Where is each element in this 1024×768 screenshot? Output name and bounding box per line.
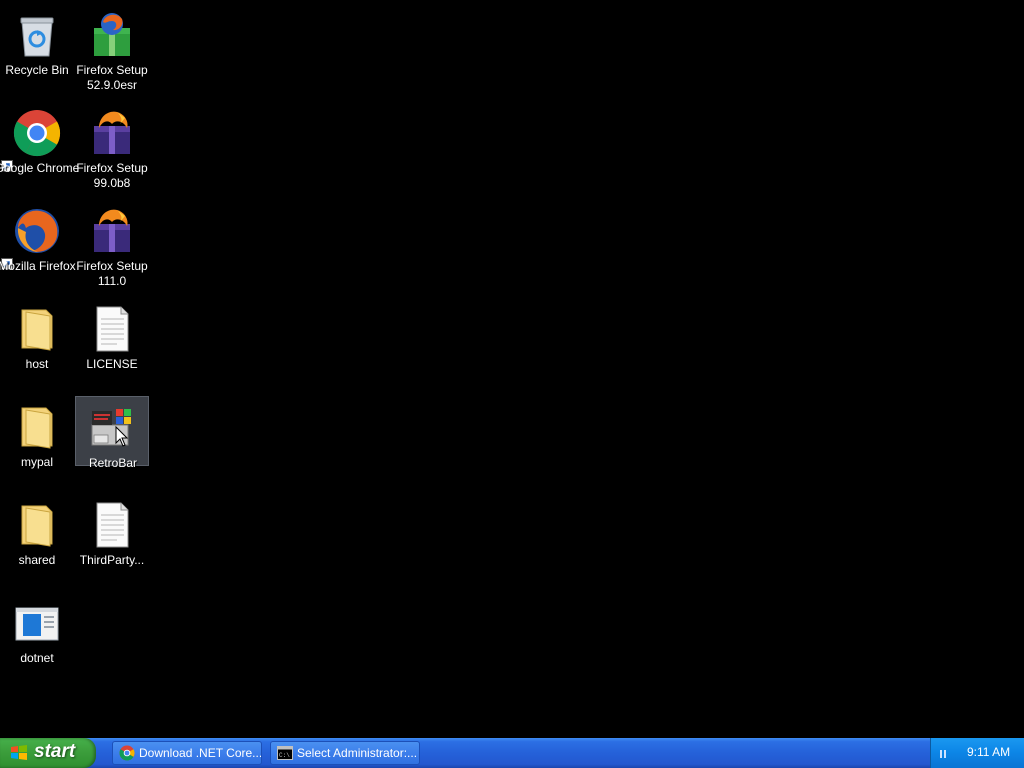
taskbar-button-label: Download .NET Core... bbox=[139, 746, 262, 760]
retrobar-icon bbox=[88, 403, 138, 453]
icon-label: Recycle Bin bbox=[5, 63, 69, 77]
chrome-icon bbox=[119, 745, 135, 761]
taskbar-button-chrome[interactable]: Download .NET Core... bbox=[112, 741, 262, 765]
icon-label: Mozilla Firefox bbox=[0, 259, 76, 273]
cmd-icon: C:\ bbox=[277, 745, 293, 761]
windows-logo-icon bbox=[10, 744, 28, 762]
taskbar-button-label: Select Administrator:... bbox=[297, 746, 418, 760]
folder-icon bbox=[12, 304, 62, 354]
text-document-icon bbox=[87, 500, 137, 550]
recycle-bin-icon bbox=[12, 10, 62, 60]
firefox-installer-icon bbox=[87, 206, 137, 256]
desktop-icon-mypal[interactable]: mypal bbox=[0, 396, 74, 469]
icon-label: ThirdParty... bbox=[79, 553, 145, 567]
folder-icon bbox=[12, 402, 62, 452]
desktop-icon-firefox-setup-52[interactable]: Firefox Setup 52.9.0esr bbox=[75, 4, 149, 92]
icon-label: mypal bbox=[20, 455, 53, 469]
icon-label: Firefox Setup 99.0b8 bbox=[76, 161, 148, 190]
desktop-icon-firefox-setup-111[interactable]: Firefox Setup 111.0 bbox=[75, 200, 149, 288]
desktop-icon-shared[interactable]: shared bbox=[0, 494, 74, 567]
desktop-icon-thirdparty[interactable]: ThirdParty... bbox=[75, 494, 149, 567]
icon-label: shared bbox=[18, 553, 56, 567]
desktop-icon-host[interactable]: host bbox=[0, 298, 74, 371]
chrome-icon bbox=[12, 108, 62, 158]
tray-handle-icon[interactable] bbox=[939, 747, 949, 759]
icon-label: Firefox Setup 52.9.0esr bbox=[76, 63, 148, 92]
desktop-icon-license[interactable]: LICENSE bbox=[75, 298, 149, 371]
clock[interactable]: 9:11 AM bbox=[967, 745, 1010, 759]
icon-label: Firefox Setup 111.0 bbox=[76, 259, 148, 288]
icon-label: dotnet bbox=[20, 651, 54, 665]
folder-icon bbox=[12, 500, 62, 550]
taskbar: start Download .NET Core... C:\ Select A… bbox=[0, 738, 1024, 768]
start-label: start bbox=[34, 741, 76, 762]
desktop-icon-mozilla-firefox[interactable]: Mozilla Firefox bbox=[0, 200, 76, 273]
dotnet-window-icon bbox=[12, 598, 62, 648]
desktop-icon-google-chrome[interactable]: Google Chrome bbox=[0, 102, 79, 175]
desktop-icon-retrobar[interactable]: RetroBar bbox=[75, 396, 149, 470]
svg-text:C:\: C:\ bbox=[279, 752, 290, 759]
firefox-installer-icon bbox=[87, 108, 137, 158]
desktop-icon-recycle-bin[interactable]: Recycle Bin bbox=[0, 4, 74, 77]
start-button[interactable]: start bbox=[0, 738, 96, 768]
firefox-installer-icon bbox=[87, 10, 137, 60]
text-document-icon bbox=[87, 304, 137, 354]
icon-label: host bbox=[25, 357, 49, 371]
desktop-icon-dotnet[interactable]: dotnet bbox=[0, 592, 74, 665]
taskbar-button-cmd[interactable]: C:\ Select Administrator:... bbox=[270, 741, 420, 765]
firefox-icon bbox=[12, 206, 62, 256]
icon-label: RetroBar bbox=[88, 456, 138, 470]
icon-label: Google Chrome bbox=[0, 161, 80, 175]
system-tray: 9:11 AM bbox=[930, 738, 1024, 768]
desktop-icon-firefox-setup-99[interactable]: Firefox Setup 99.0b8 bbox=[75, 102, 149, 190]
icon-label: LICENSE bbox=[86, 357, 138, 371]
desktop: Recycle Bin Google Chrome Mozilla Firefo… bbox=[0, 0, 1024, 738]
